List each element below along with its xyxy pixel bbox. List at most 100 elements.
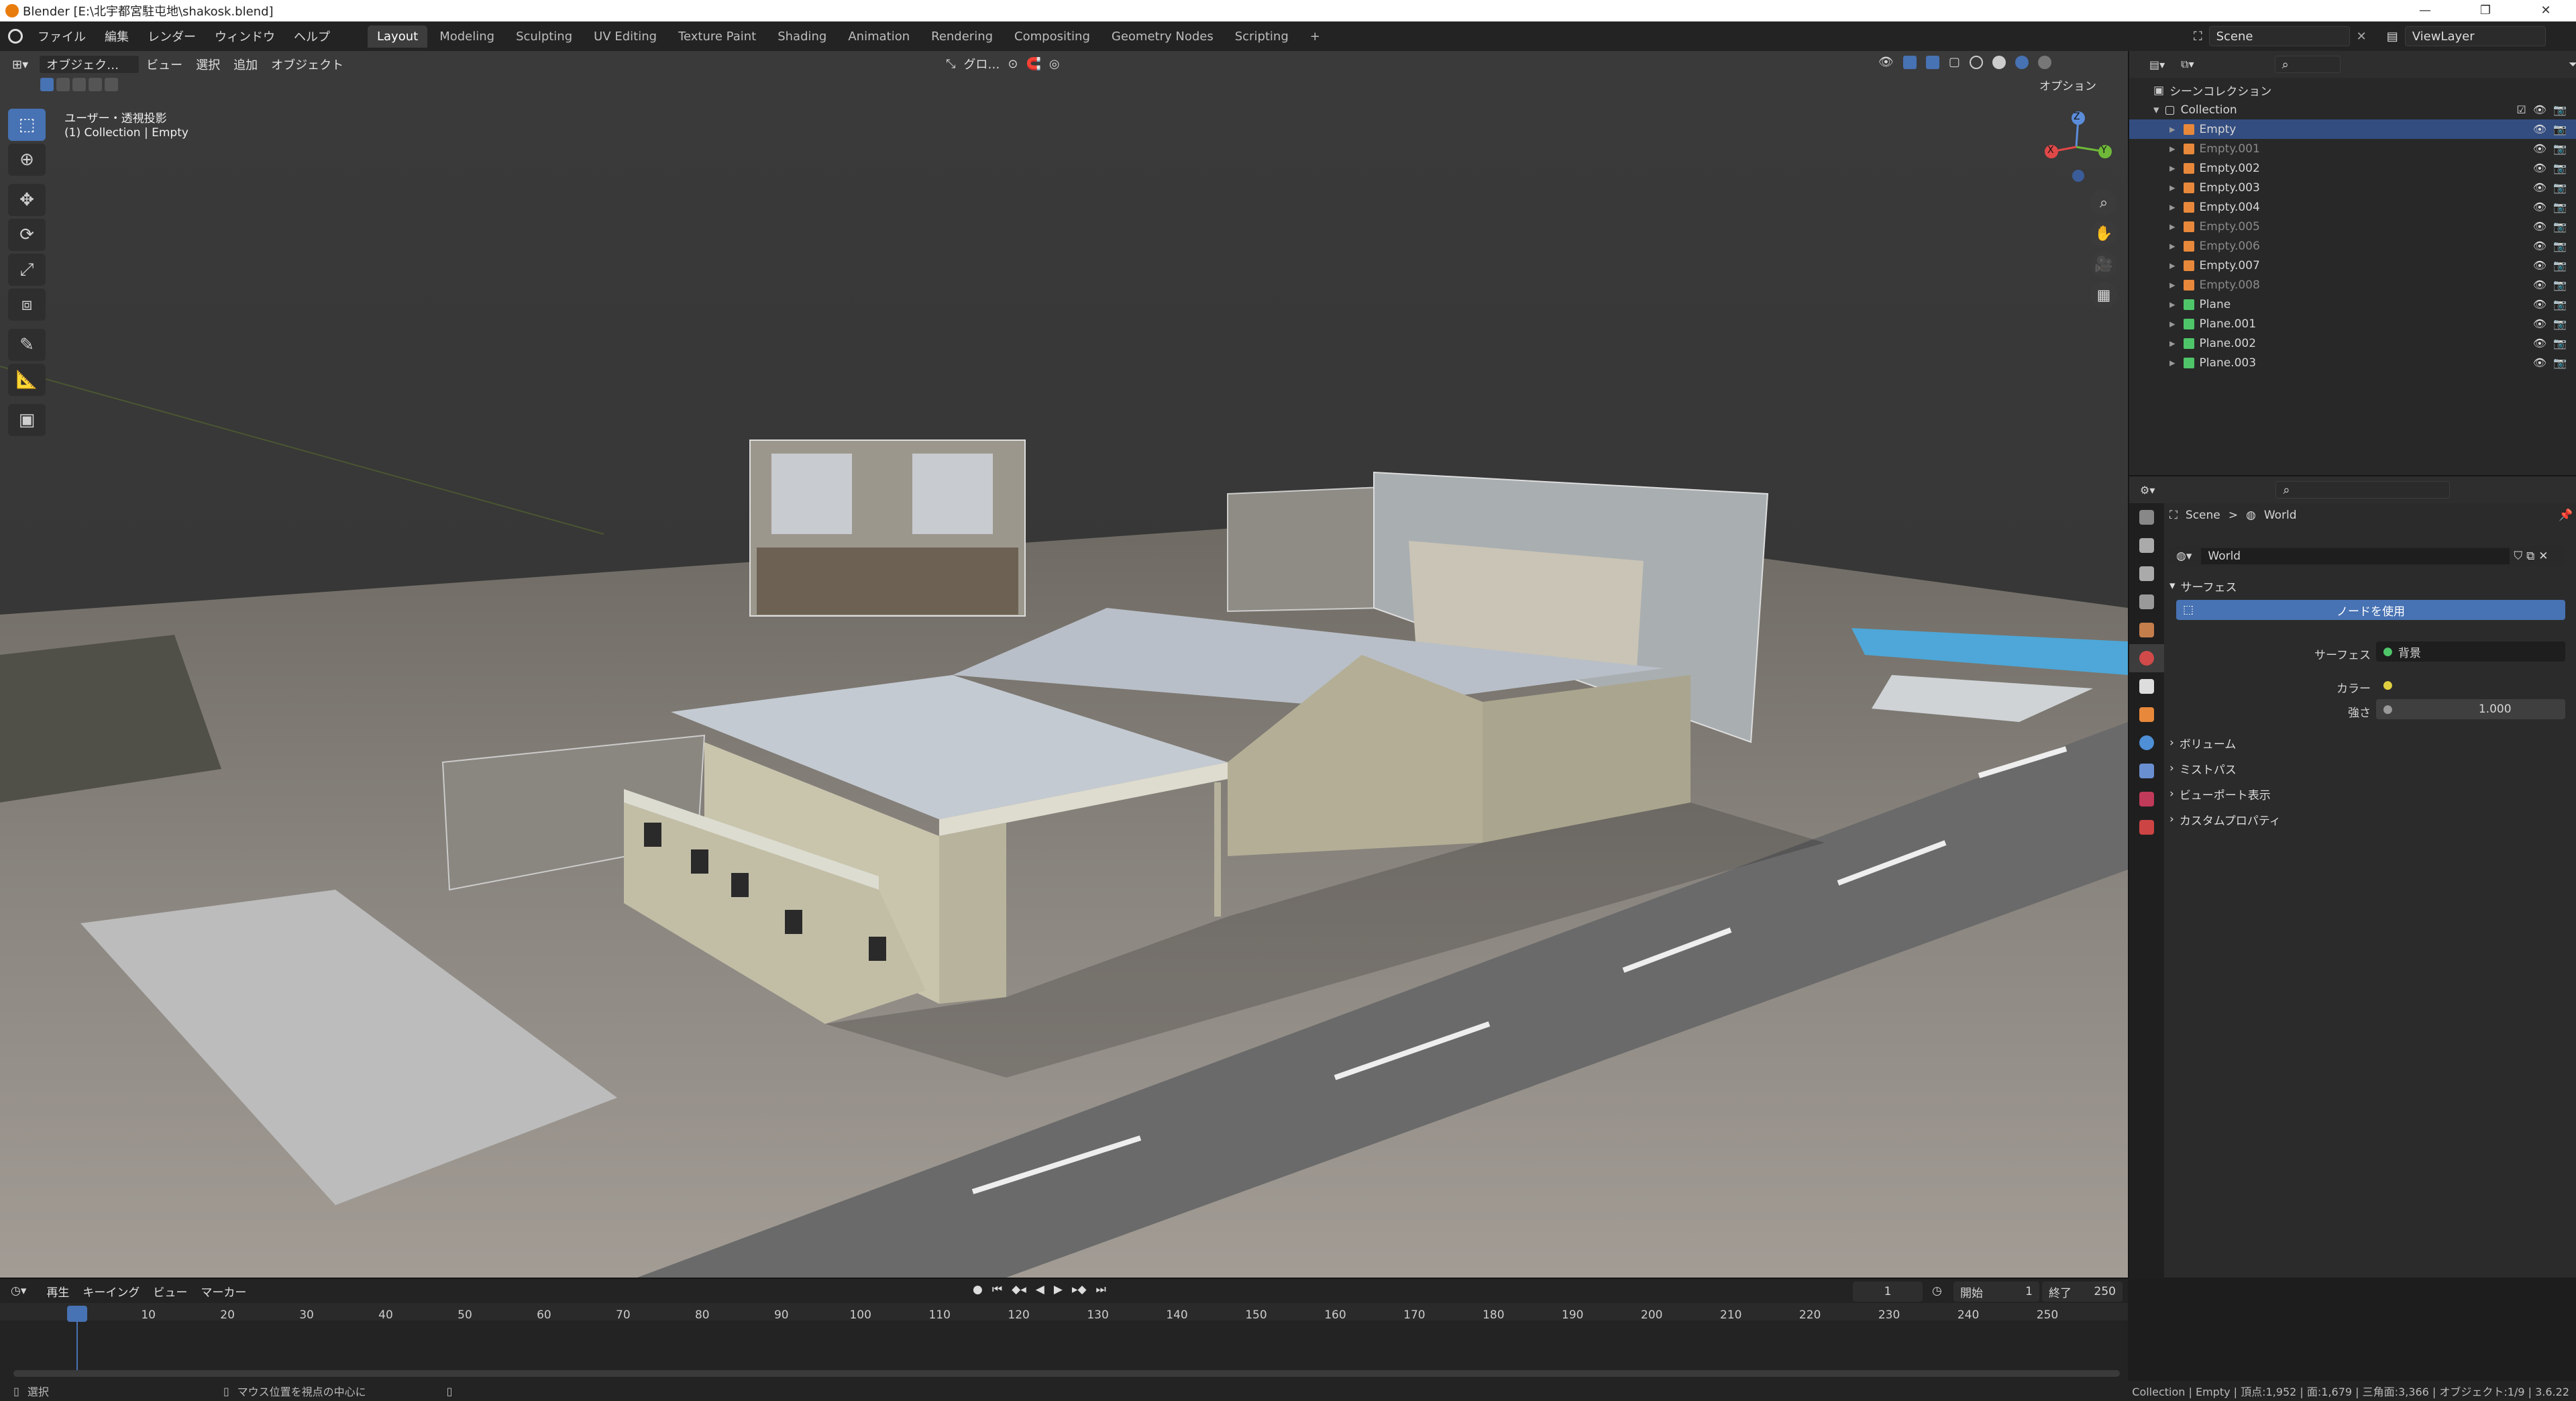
world-datablock-field[interactable]: ◍▾ World ⛉ ⧉ ✕ xyxy=(2169,546,2565,566)
move-tool-icon[interactable]: ✥ xyxy=(8,184,46,216)
timeline-menu-marker[interactable]: マーカー xyxy=(194,1283,253,1300)
tab-scene[interactable] xyxy=(2129,616,2164,644)
scale-tool-icon[interactable]: ⤢ xyxy=(8,254,46,286)
pin-icon[interactable]: 📌 xyxy=(2559,509,2573,522)
properties-search-input[interactable]: ⌕ xyxy=(2275,481,2451,499)
display-mode-icon[interactable]: ⧉▾ xyxy=(2181,58,2194,71)
tab-constraints[interactable] xyxy=(2129,757,2164,785)
add-workspace-button[interactable]: + xyxy=(1301,25,1330,48)
vp-menu-object[interactable]: オブジェクト xyxy=(264,56,350,73)
select-subtract-icon[interactable] xyxy=(72,78,86,91)
expand-arrow-icon[interactable]: ▸ xyxy=(2169,278,2176,292)
eye-icon[interactable]: 👁 xyxy=(2533,181,2546,194)
prev-keyframe-icon[interactable]: ◆◂ xyxy=(1012,1283,1026,1296)
expand-arrow-icon[interactable]: ▾ xyxy=(2153,103,2159,117)
camera-render-icon[interactable]: 📷 xyxy=(2553,181,2567,194)
vp-menu-view[interactable]: ビュー xyxy=(140,56,189,73)
outliner-item[interactable]: ▸ Plane.003 👁 📷 xyxy=(2129,353,2576,372)
select-intersect-icon[interactable] xyxy=(105,78,118,91)
vp-menu-add[interactable]: 追加 xyxy=(227,56,264,73)
menu-render[interactable]: レンダー xyxy=(138,28,205,45)
vp-menu-select[interactable]: 選択 xyxy=(189,56,227,73)
3d-viewport[interactable]: ⬚ ⊕ ✥ ⟳ ⤢ ⧈ ✎ 📐 ▣ ユーザー・透視投影 (1) Collecti… xyxy=(0,51,2128,1278)
camera-render-icon[interactable]: 📷 xyxy=(2553,142,2567,155)
outliner-collection[interactable]: ▾ ▢ Collection ☑ 👁 📷 xyxy=(2129,100,2576,119)
grid-ortho-icon[interactable]: ▦ xyxy=(2090,282,2117,309)
record-icon[interactable]: ● xyxy=(973,1283,983,1296)
unlink-icon[interactable]: ✕ xyxy=(2538,550,2548,563)
eye-icon[interactable]: 👁 xyxy=(2533,337,2546,350)
select-new-icon[interactable] xyxy=(40,78,54,91)
playhead[interactable] xyxy=(67,1306,87,1322)
next-keyframe-icon[interactable]: ▸◆ xyxy=(1072,1283,1087,1296)
close-window-button[interactable]: ✕ xyxy=(2516,0,2576,21)
shading-solid-icon[interactable] xyxy=(1992,55,2006,69)
expand-arrow-icon[interactable]: ▸ xyxy=(2169,298,2176,311)
play-icon[interactable]: ▶ xyxy=(1054,1283,1063,1296)
transform-tool-icon[interactable]: ⧈ xyxy=(8,289,46,321)
surface-shader-field[interactable]: ● 背景 xyxy=(2376,641,2565,662)
eye-icon[interactable]: 👁 xyxy=(2533,317,2546,330)
expand-arrow-icon[interactable]: ▸ xyxy=(2169,181,2176,195)
start-frame-field[interactable]: 開始 1 xyxy=(1953,1282,2039,1302)
camera-render-icon[interactable]: 📷 xyxy=(2553,123,2567,136)
volume-panel-header[interactable]: › ボリューム xyxy=(2169,731,2572,754)
scene-selector[interactable]: Scene xyxy=(2208,26,2350,46)
viewport-display-panel-header[interactable]: › ビューポート表示 xyxy=(2169,782,2572,805)
eye-icon[interactable]: 👁 xyxy=(2533,298,2546,311)
photo-plane-side[interactable] xyxy=(1227,486,1383,613)
navigation-gizmo[interactable]: Z Y X xyxy=(2039,110,2113,184)
tab-data[interactable] xyxy=(2129,785,2164,813)
tab-world[interactable] xyxy=(2129,644,2164,672)
duplicate-icon[interactable]: ⧉ xyxy=(2526,550,2534,563)
camera-render-icon[interactable]: 📷 xyxy=(2553,201,2567,213)
tab-output[interactable] xyxy=(2129,560,2164,588)
camera-render-icon[interactable]: 📷 xyxy=(2553,278,2567,291)
expand-arrow-icon[interactable]: ▸ xyxy=(2169,337,2176,350)
timeline-editor-icon[interactable]: ◷▾ xyxy=(11,1284,26,1298)
eye-icon[interactable]: 👁 xyxy=(2533,123,2546,136)
zoom-icon[interactable]: ⌕ xyxy=(2090,189,2117,216)
expand-arrow-icon[interactable]: ▸ xyxy=(2169,356,2176,370)
strength-field[interactable]: ● 1.000 xyxy=(2376,699,2565,719)
color-field[interactable]: ● xyxy=(2376,675,2565,695)
eye-icon[interactable]: 👁 xyxy=(2533,259,2546,272)
play-reverse-icon[interactable]: ◀ xyxy=(1036,1283,1044,1296)
viewlayer-selector[interactable]: ViewLayer xyxy=(2404,26,2546,46)
tab-compositing[interactable]: Compositing xyxy=(1005,25,1099,48)
select-extend-icon[interactable] xyxy=(56,78,70,91)
shading-rendered-icon[interactable] xyxy=(2037,55,2051,69)
timeline-scrollbar[interactable] xyxy=(13,1370,2120,1377)
menu-file[interactable]: ファイル xyxy=(28,28,95,45)
pan-hand-icon[interactable]: ✋ xyxy=(2090,220,2117,247)
camera-render-icon[interactable]: 📷 xyxy=(2553,356,2567,369)
tab-render[interactable] xyxy=(2129,531,2164,560)
jump-start-icon[interactable]: ⏮ xyxy=(992,1283,1002,1296)
restore-button[interactable]: ❐ xyxy=(2455,0,2516,21)
menu-help[interactable]: ヘルプ xyxy=(284,28,339,45)
filter-icon[interactable]: ⏷ xyxy=(2569,58,2576,71)
tab-rendering[interactable]: Rendering xyxy=(922,25,1002,48)
measure-tool-icon[interactable]: 📐 xyxy=(8,364,46,396)
editor-type-icon[interactable]: ⊞▾ xyxy=(12,58,28,72)
tab-shading[interactable]: Shading xyxy=(768,25,836,48)
tab-modeling[interactable]: Modeling xyxy=(430,25,504,48)
expand-arrow-icon[interactable]: ▸ xyxy=(2169,123,2176,136)
camera-render-icon[interactable]: 📷 xyxy=(2553,220,2567,233)
use-nodes-button[interactable]: ⬚ ノードを使用 xyxy=(2176,600,2565,620)
outliner-item[interactable]: ▸ Empty.001 👁 📷 xyxy=(2129,139,2576,158)
overlay-toggle-icon[interactable] xyxy=(1925,55,1939,69)
expand-arrow-icon[interactable]: ▸ xyxy=(2169,201,2176,214)
outliner-scene-collection[interactable]: ▣ シーンコレクション xyxy=(2129,81,2576,100)
outliner-item[interactable]: ▸ Plane.001 👁 📷 xyxy=(2129,314,2576,333)
mist-panel-header[interactable]: › ミストパス xyxy=(2169,757,2572,780)
outliner-item[interactable]: ▸ Empty.006 👁 📷 xyxy=(2129,236,2576,256)
tab-uv-editing[interactable]: UV Editing xyxy=(584,25,666,48)
checkbox-icon[interactable]: ☑ xyxy=(2516,103,2526,116)
shading-wireframe-icon[interactable] xyxy=(1969,55,1983,69)
visibility-icon[interactable]: 👁 xyxy=(1878,55,1894,69)
outliner-item[interactable]: ▸ Empty.002 👁 📷 xyxy=(2129,158,2576,178)
expand-arrow-icon[interactable]: ▸ xyxy=(2169,317,2176,331)
tab-layout[interactable]: Layout xyxy=(368,25,428,48)
properties-editor-icon[interactable]: ⚙▾ xyxy=(2140,484,2155,497)
